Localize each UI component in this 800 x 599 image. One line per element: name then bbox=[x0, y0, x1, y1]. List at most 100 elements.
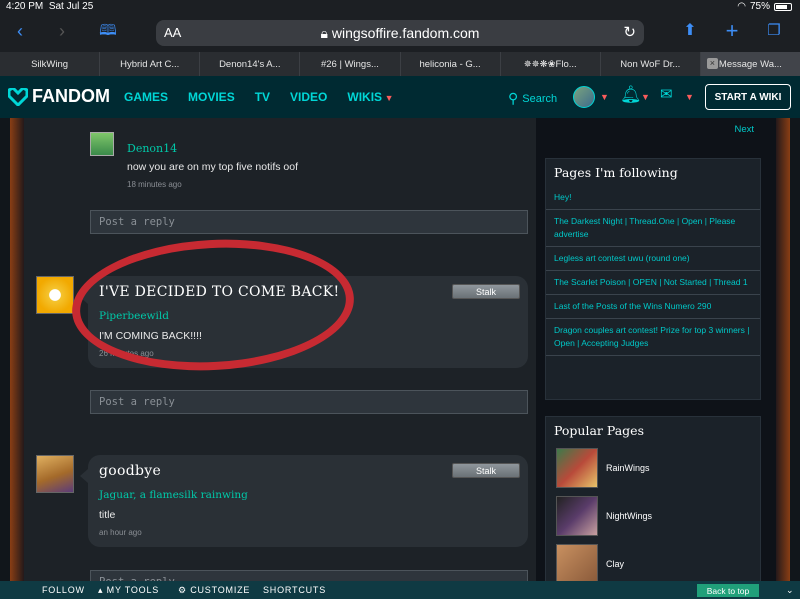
module-title: Popular Pages bbox=[554, 423, 644, 438]
thread-time[interactable]: an hour ago bbox=[99, 528, 142, 537]
shortcuts-button[interactable]: SHORTCUTS bbox=[263, 585, 326, 595]
back-icon[interactable]: ‹ bbox=[8, 20, 32, 42]
tab-label: Hybrid Art C... bbox=[120, 58, 180, 70]
browser-tab[interactable]: ✵✵❋❀Flo... bbox=[499, 52, 600, 76]
tab-label: Denon14's A... bbox=[219, 58, 281, 70]
popular-list: RainWings NightWings Clay bbox=[546, 444, 760, 581]
fandom-toolbar: FOLLOW ▴ MY TOOLS ⚙ CUSTOMIZE SHORTCUTS … bbox=[0, 581, 800, 599]
nav-link-tv[interactable]: TV bbox=[255, 90, 270, 104]
browser-tab[interactable]: SilkWing bbox=[0, 52, 99, 76]
nav-links: GAMES MOVIES TV VIDEO WIKIS ▼ bbox=[124, 90, 393, 104]
tabs-icon[interactable]: ❐ bbox=[762, 20, 786, 42]
popular-page-name[interactable]: RainWings bbox=[606, 463, 650, 473]
user-avatar[interactable] bbox=[573, 86, 595, 108]
battery-percent: 75% bbox=[749, 1, 770, 12]
back-to-top-button[interactable]: Back to top bbox=[697, 584, 759, 597]
tab-label: ✵✵❋❀Flo... bbox=[523, 58, 577, 70]
search-button[interactable]: ⚲ Search bbox=[508, 90, 557, 107]
avatar[interactable] bbox=[36, 276, 74, 314]
customize-button[interactable]: ⚙ CUSTOMIZE bbox=[178, 585, 250, 596]
thread-card: goodbye Stalk Jaguar, a flamesilk rainwi… bbox=[80, 455, 528, 547]
chevron-down-icon[interactable]: ▼ bbox=[641, 92, 650, 102]
caret-up-icon: ▴ bbox=[98, 585, 104, 595]
tab-label: heliconia - G... bbox=[419, 58, 481, 70]
status-time: 4:20 PM bbox=[6, 1, 44, 12]
following-link[interactable]: The Scarlet Poison | OPEN | Not Started … bbox=[546, 271, 760, 295]
popular-page-item[interactable]: NightWings bbox=[546, 492, 760, 540]
module-title: Pages I'm following bbox=[554, 165, 678, 180]
nav-link-label: MOVIES bbox=[188, 90, 235, 104]
following-list: Hey! The Darkest Night | Thread.One | Ope… bbox=[546, 186, 760, 356]
search-label: Search bbox=[522, 92, 558, 105]
post-reply-input[interactable]: Post a reply bbox=[90, 390, 528, 414]
stalk-button[interactable]: Stalk bbox=[452, 463, 520, 478]
mail-icon[interactable]: ✉︎ bbox=[660, 85, 673, 103]
forward-icon[interactable]: › bbox=[50, 20, 74, 42]
chevron-down-icon[interactable]: ⌄ bbox=[786, 585, 794, 596]
following-link[interactable]: Hey! bbox=[546, 186, 760, 210]
thread-author[interactable]: Jaguar, a flamesilk rainwing bbox=[99, 489, 248, 501]
browser-tab[interactable]: Non WoF Dr... bbox=[599, 52, 700, 76]
nav-link-movies[interactable]: MOVIES bbox=[188, 90, 235, 104]
browser-tab[interactable]: Denon14's A... bbox=[199, 52, 299, 76]
wifi-icon: ◠ bbox=[737, 1, 746, 12]
thread-text: title bbox=[99, 509, 116, 521]
chevron-down-icon[interactable]: ▼ bbox=[600, 92, 609, 102]
page-thumbnail[interactable] bbox=[556, 496, 598, 536]
reply-time[interactable]: 18 minutes ago bbox=[127, 180, 182, 189]
following-link[interactable]: Dragon couples art contest! Prize for to… bbox=[546, 319, 760, 356]
nav-link-games[interactable]: GAMES bbox=[124, 90, 168, 104]
avatar[interactable] bbox=[36, 455, 74, 493]
reload-icon[interactable]: ↻ bbox=[623, 23, 636, 41]
my-tools-button[interactable]: ▴ MY TOOLS bbox=[98, 585, 159, 596]
following-link[interactable]: The Darkest Night | Thread.One | Open | … bbox=[546, 210, 760, 247]
pages-following-module: Pages I'm following Hey! The Darkest Nigh… bbox=[545, 158, 761, 400]
popular-pages-module: Popular Pages RainWings NightWings Clay bbox=[545, 416, 761, 581]
battery-icon bbox=[774, 2, 792, 11]
chevron-down-icon: ▼ bbox=[382, 93, 394, 103]
share-icon[interactable]: ⬆︎ bbox=[678, 20, 702, 42]
chevron-down-icon[interactable]: ▼ bbox=[685, 92, 694, 102]
page-thumbnail[interactable] bbox=[556, 448, 598, 488]
reply-author[interactable]: Denon14 bbox=[127, 142, 177, 155]
nav-link-wikis[interactable]: WIKIS ▼ bbox=[347, 90, 393, 104]
logo-text: FANDOM bbox=[32, 86, 110, 106]
browser-toolbar: ‹ › 🕮 AA 🔒︎ wingsoffire.fandom.com ↻ ⬆︎ … bbox=[0, 14, 800, 52]
browser-tab[interactable]: #26 | Wings... bbox=[299, 52, 399, 76]
close-icon[interactable]: × bbox=[706, 58, 718, 69]
popular-page-item[interactable]: RainWings bbox=[546, 444, 760, 492]
tab-label: #26 | Wings... bbox=[320, 58, 379, 70]
bookmarks-icon[interactable]: 🕮 bbox=[96, 20, 120, 42]
nav-link-label: VIDEO bbox=[290, 90, 328, 104]
add-tab-icon[interactable]: + bbox=[720, 20, 744, 42]
post-reply-input[interactable]: Post a reply bbox=[90, 210, 528, 234]
following-link[interactable]: Legless art contest uwu (round one) bbox=[546, 247, 760, 271]
tab-label: SilkWing bbox=[31, 58, 69, 70]
following-link[interactable]: Last of the Posts of the Wins Numero 290 bbox=[546, 295, 760, 319]
follow-button[interactable]: FOLLOW bbox=[42, 585, 85, 595]
nav-link-label: GAMES bbox=[124, 90, 169, 104]
address-bar[interactable]: AA 🔒︎ wingsoffire.fandom.com ↻ bbox=[156, 20, 644, 46]
bell-icon[interactable]: 🔔︎ bbox=[620, 85, 642, 105]
browser-tab[interactable]: Hybrid Art C... bbox=[99, 52, 199, 76]
right-rail: Next Pages I'm following Hey! The Darkest… bbox=[536, 118, 776, 581]
avatar[interactable] bbox=[90, 132, 114, 156]
status-date: Sat Jul 25 bbox=[48, 1, 94, 12]
browser-tab-strip: SilkWing Hybrid Art C... Denon14's A... #26… bbox=[0, 52, 800, 76]
fandom-heart-icon bbox=[8, 87, 28, 106]
start-wiki-button[interactable]: START A WIKI bbox=[705, 84, 791, 110]
url-text: wingsoffire.fandom.com bbox=[331, 25, 480, 41]
thread-title[interactable]: goodbye bbox=[99, 463, 161, 479]
lock-icon: 🔒︎ bbox=[320, 25, 328, 41]
next-link[interactable]: Next bbox=[734, 124, 754, 135]
browser-tab[interactable]: heliconia - G... bbox=[399, 52, 500, 76]
popular-page-name[interactable]: Clay bbox=[606, 559, 624, 569]
browser-tab[interactable]: × Message Wa... bbox=[699, 52, 800, 76]
popular-page-item[interactable]: Clay bbox=[546, 540, 760, 581]
post-reply-input[interactable]: Post a reply bbox=[90, 570, 528, 581]
fandom-logo[interactable]: FANDOM bbox=[8, 86, 110, 107]
page-thumbnail[interactable] bbox=[556, 544, 598, 581]
nav-link-video[interactable]: VIDEO bbox=[290, 90, 327, 104]
popular-page-name[interactable]: NightWings bbox=[606, 511, 652, 521]
stalk-button[interactable]: Stalk bbox=[452, 284, 520, 299]
